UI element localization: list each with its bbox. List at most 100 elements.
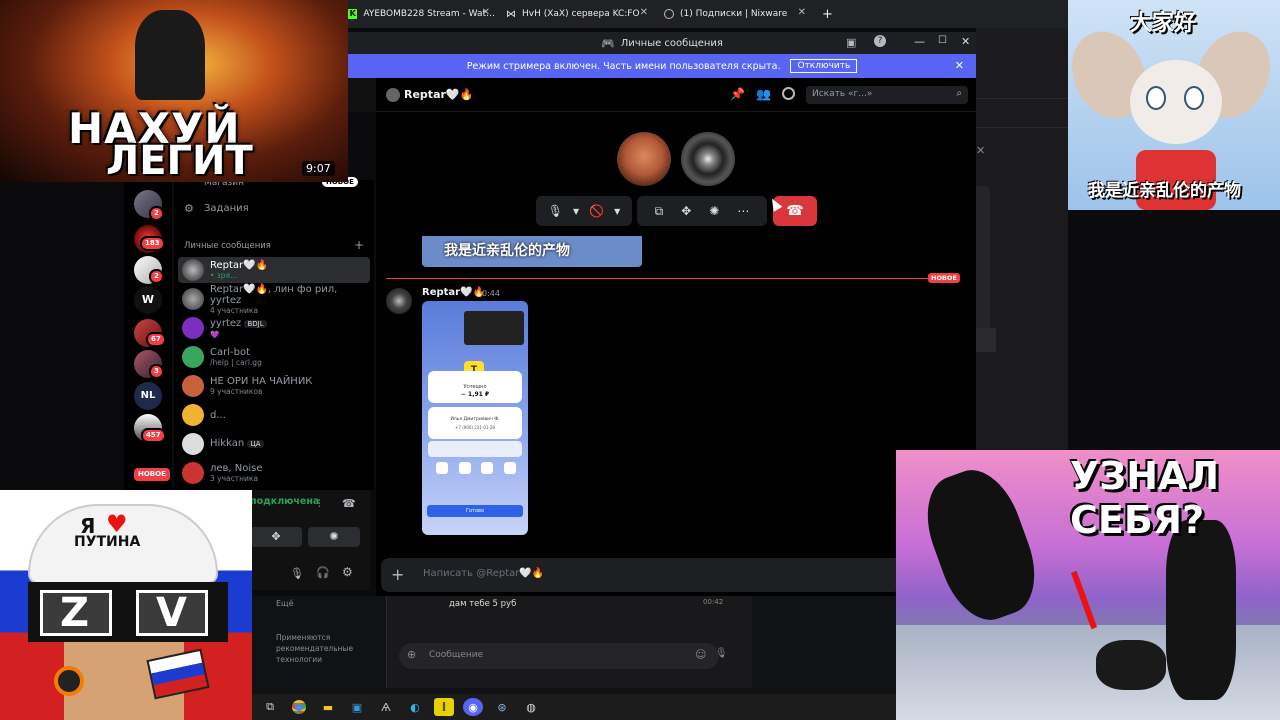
message-author[interactable]: Reptar🤍🔥 bbox=[422, 287, 485, 298]
dm-name: yyrtez bbox=[210, 317, 242, 329]
browser-tab-kick[interactable]: K AYEBOMB228 Stream - Watch L ✕ bbox=[348, 4, 496, 24]
dm-item[interactable]: Reptar🤍🔥, лин фо рил, yyrtez 4 участника bbox=[178, 284, 370, 315]
emoji-icon[interactable]: ☺ bbox=[695, 648, 706, 661]
dm-status: 💜 bbox=[210, 329, 220, 339]
end-call-button[interactable]: ☎ bbox=[773, 196, 817, 226]
search-icon: ⌕ bbox=[956, 88, 962, 99]
browser-tab-nixware[interactable]: (1) Подписки | Nixware ✕ bbox=[664, 4, 812, 24]
voice-call-area: 🎙 ▼ 🚫 ▼ ⧉ ✥ ✺ ⋯ ☎ bbox=[376, 112, 976, 240]
message-text: дам тебе 5 руб bbox=[449, 599, 517, 609]
more-link[interactable]: Ещё bbox=[276, 599, 294, 608]
close-banner-icon[interactable]: ✕ bbox=[955, 59, 964, 72]
close-window-icon[interactable]: ✕ bbox=[961, 35, 970, 48]
dm-name: НЕ ОРИ НА ЧАЙНИК bbox=[210, 376, 313, 387]
attach-plus-icon[interactable]: + bbox=[391, 565, 404, 584]
input-placeholder: Сообщение bbox=[429, 650, 484, 660]
add-icon[interactable]: ⊕ bbox=[407, 648, 416, 661]
store-icon[interactable]: ▣ bbox=[347, 698, 367, 716]
create-dm-button[interactable]: + bbox=[354, 238, 364, 252]
headphones-icon[interactable]: 🎧 bbox=[316, 566, 330, 579]
discord-icon[interactable]: ◉ bbox=[463, 698, 483, 716]
recipient-avatar[interactable] bbox=[681, 132, 735, 186]
app-icon[interactable]: ‖ bbox=[434, 698, 454, 716]
dm-item[interactable]: НЕ ОРИ НА ЧАЙНИК 9 участников bbox=[178, 373, 370, 399]
chevron-down-icon[interactable]: ▼ bbox=[573, 207, 579, 216]
dm-item[interactable]: лев, Noise 3 участника bbox=[178, 460, 370, 486]
new-tab-button[interactable]: + bbox=[822, 4, 838, 24]
clan-tag: BDJL bbox=[244, 319, 267, 328]
server-icon[interactable]: W bbox=[134, 286, 162, 314]
chrome-icon[interactable] bbox=[289, 698, 309, 716]
activities-button[interactable]: ✥ bbox=[250, 527, 302, 547]
new-server-badge: НОВОЕ bbox=[132, 466, 172, 483]
camera-off-icon[interactable]: 🚫 bbox=[589, 204, 604, 218]
avatar bbox=[182, 404, 204, 426]
new-messages-divider bbox=[386, 278, 946, 279]
steam-icon[interactable]: ⊛ bbox=[492, 698, 512, 716]
voice-connected-status: подключена bbox=[250, 496, 320, 507]
microphone-icon[interactable]: 🎙 bbox=[715, 648, 728, 659]
payment-screenshot[interactable]: T Успешно − 1,91 ₽ Илья Дмитриевич Ф. +7… bbox=[422, 301, 528, 535]
pin-icon[interactable]: 📌 bbox=[730, 87, 745, 101]
message-composer[interactable]: + Написать @Reptar🤍🔥 bbox=[381, 558, 901, 592]
dm-item[interactable]: yyrtez BDJL 💜 bbox=[178, 315, 370, 341]
browser-tab-hvh[interactable]: ⋈ HvH (XaX) сервера KC:FO ✕ bbox=[506, 4, 654, 24]
close-icon[interactable]: ✕ bbox=[976, 144, 985, 157]
settings-gear-icon[interactable]: ⚙ bbox=[342, 565, 353, 579]
message-avatar[interactable] bbox=[386, 288, 412, 314]
avatar bbox=[182, 317, 204, 339]
add-friend-icon[interactable]: 👥 bbox=[756, 87, 771, 101]
task-view-icon[interactable]: ⧉ bbox=[260, 698, 280, 716]
dm-members: 3 участника bbox=[210, 474, 259, 483]
noise-suppression-icon[interactable]: ⫶ bbox=[318, 499, 321, 510]
streamer-mode-banner: Режим стримера включен. Часть имени поль… bbox=[348, 54, 976, 78]
caller-avatar[interactable] bbox=[617, 132, 671, 186]
video-thumbnail[interactable]: НАХУЙ ЛЕГИТ 9:07 bbox=[0, 0, 348, 182]
chevron-down-icon[interactable]: ▼ bbox=[614, 207, 620, 216]
server-badge: 457 bbox=[141, 428, 166, 443]
dm-item[interactable]: Reptar🤍🔥 • зря... bbox=[178, 257, 370, 283]
activities-icon[interactable]: ✥ bbox=[681, 204, 691, 218]
dm-name: Hikkan bbox=[210, 438, 245, 449]
maximize-icon[interactable]: ☐ bbox=[938, 35, 947, 46]
search-input[interactable]: Искать «г...» ⌕ bbox=[806, 86, 968, 104]
dm-item[interactable]: Hikkan ЦА bbox=[178, 431, 370, 457]
window-titlebar: 🎮 Личные сообщения ▣ ? — ☐ ✕ bbox=[348, 32, 976, 54]
quests-nav-item[interactable]: Задания bbox=[204, 203, 249, 214]
help-icon[interactable]: ? bbox=[874, 35, 886, 47]
message-timestamp: 0:44 bbox=[482, 289, 500, 298]
quests-icon: ⚙ bbox=[184, 202, 194, 215]
message-input[interactable]: ⊕ Сообщение ☺ 🎙 bbox=[399, 643, 728, 669]
soundboard-button[interactable]: ✺ bbox=[308, 527, 360, 547]
more-options-icon[interactable]: ⋯ bbox=[737, 204, 749, 218]
edge-icon[interactable]: ◐ bbox=[405, 698, 425, 716]
mic-controls: 🎙 ▼ 🚫 ▼ bbox=[536, 196, 632, 226]
dm-item[interactable]: d... bbox=[178, 402, 370, 428]
inbox-icon[interactable]: ▣ bbox=[846, 36, 856, 49]
disable-streamer-mode-button[interactable]: Отключить bbox=[790, 59, 858, 73]
app-icon[interactable]: Ѧ bbox=[376, 698, 396, 716]
dm-item[interactable]: Carl-bot/help | carl.gg bbox=[178, 344, 370, 370]
close-tab-icon[interactable]: ✕ bbox=[798, 7, 806, 18]
receipt-recipient: Илья Дмитриевич Ф. bbox=[450, 417, 500, 422]
soundboard-icon[interactable]: ✺ bbox=[709, 204, 719, 218]
disconnect-icon[interactable]: ☎ bbox=[342, 497, 356, 510]
close-tab-icon[interactable]: ✕ bbox=[482, 7, 490, 18]
minimize-icon[interactable]: — bbox=[914, 35, 925, 48]
screen-share-icon[interactable]: ⧉ bbox=[655, 204, 664, 219]
window-title: Личные сообщения bbox=[620, 37, 723, 49]
server-icon[interactable]: NL bbox=[134, 382, 162, 410]
new-badge: НОВОЕ bbox=[928, 273, 960, 283]
obs-icon[interactable]: ◍ bbox=[521, 698, 541, 716]
server-badge: 183 bbox=[140, 236, 165, 251]
dm-recipient-name[interactable]: Reptar🤍🔥 bbox=[404, 88, 473, 101]
mouse-meme-image: 大家好 我是近亲乱伦的产物 bbox=[1068, 0, 1280, 210]
avatar[interactable] bbox=[386, 88, 400, 102]
microphone-icon[interactable]: 🎙 bbox=[548, 204, 563, 218]
microphone-icon[interactable]: 🎙 bbox=[290, 567, 304, 580]
close-tab-icon[interactable]: ✕ bbox=[640, 7, 648, 18]
user-profile-icon[interactable] bbox=[782, 87, 795, 100]
sticker-image[interactable]: 我是近亲乱伦的产物 bbox=[422, 236, 642, 267]
globe-icon bbox=[664, 9, 674, 19]
file-explorer-icon[interactable]: ▬ bbox=[318, 698, 338, 716]
